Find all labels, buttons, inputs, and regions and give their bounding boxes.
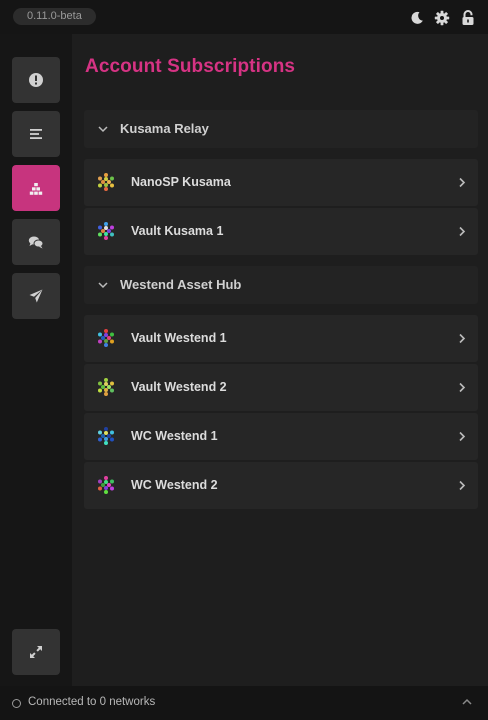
account-name: WC Westend 2 xyxy=(131,478,218,492)
chevron-right-icon xyxy=(459,333,466,344)
account-row-vault-westend-2[interactable]: Vault Westend 2 xyxy=(84,364,478,411)
sidebar-item-chat[interactable] xyxy=(12,219,60,265)
identicon-icon xyxy=(98,427,114,445)
info-icon xyxy=(29,73,43,87)
expand-icon xyxy=(30,646,42,658)
expand-window-button[interactable] xyxy=(12,629,60,675)
list-icon xyxy=(30,129,42,139)
identicon-icon xyxy=(98,378,114,396)
account-row-wc-westend-1[interactable]: WC Westend 1 xyxy=(84,413,478,460)
sidebar xyxy=(0,34,72,686)
sidebar-item-info[interactable] xyxy=(12,57,60,103)
chevron-down-icon xyxy=(98,126,108,133)
account-row-vault-kusama-1[interactable]: Vault Kusama 1 xyxy=(84,208,478,255)
identicon-icon xyxy=(98,173,114,191)
sidebar-item-list[interactable] xyxy=(12,111,60,157)
group-header-kusama-relay[interactable]: Kusama Relay xyxy=(84,110,478,148)
moon-icon[interactable] xyxy=(409,10,425,26)
account-name: Vault Kusama 1 xyxy=(131,224,224,238)
chevron-down-icon xyxy=(98,282,108,289)
account-row-vault-westend-1[interactable]: Vault Westend 1 xyxy=(84,315,478,362)
chevron-right-icon xyxy=(459,226,466,237)
chevron-right-icon xyxy=(459,480,466,491)
top-bar: 0.11.0-beta xyxy=(0,0,488,34)
identicon-icon xyxy=(98,222,114,240)
status-bar: Connected to 0 networks xyxy=(0,686,488,720)
unlock-icon[interactable] xyxy=(460,10,476,26)
chevron-right-icon xyxy=(459,382,466,393)
paper-plane-icon xyxy=(29,289,43,303)
account-row-wc-westend-2[interactable]: WC Westend 2 xyxy=(84,462,478,509)
page-title: Account Subscriptions xyxy=(85,56,296,77)
chat-icon xyxy=(28,236,44,249)
identicon-icon xyxy=(98,329,114,347)
account-name: Vault Westend 1 xyxy=(131,331,227,345)
gear-icon[interactable] xyxy=(434,10,450,26)
sidebar-item-send[interactable] xyxy=(12,273,60,319)
connection-status-icon xyxy=(12,699,21,708)
account-name: Vault Westend 2 xyxy=(131,380,227,394)
group-header-westend-asset-hub[interactable]: Westend Asset Hub xyxy=(84,266,478,304)
chevron-right-icon xyxy=(459,177,466,188)
account-name: WC Westend 1 xyxy=(131,429,218,443)
chevron-up-icon[interactable] xyxy=(462,698,472,706)
chevron-right-icon xyxy=(459,431,466,442)
connection-status-text: Connected to 0 networks xyxy=(28,696,156,708)
account-name: NanoSP Kusama xyxy=(131,175,231,189)
account-row-nanosp-kusama[interactable]: NanoSP Kusama xyxy=(84,159,478,206)
identicon-icon xyxy=(98,476,114,494)
group-title: Kusama Relay xyxy=(120,121,209,136)
sidebar-item-subscriptions[interactable] xyxy=(12,165,60,211)
subscriptions-icon xyxy=(29,183,43,195)
version-badge: 0.11.0-beta xyxy=(13,8,96,25)
group-title: Westend Asset Hub xyxy=(120,277,242,292)
main-panel: Account Subscriptions Kusama Relay NanoS… xyxy=(72,34,488,686)
